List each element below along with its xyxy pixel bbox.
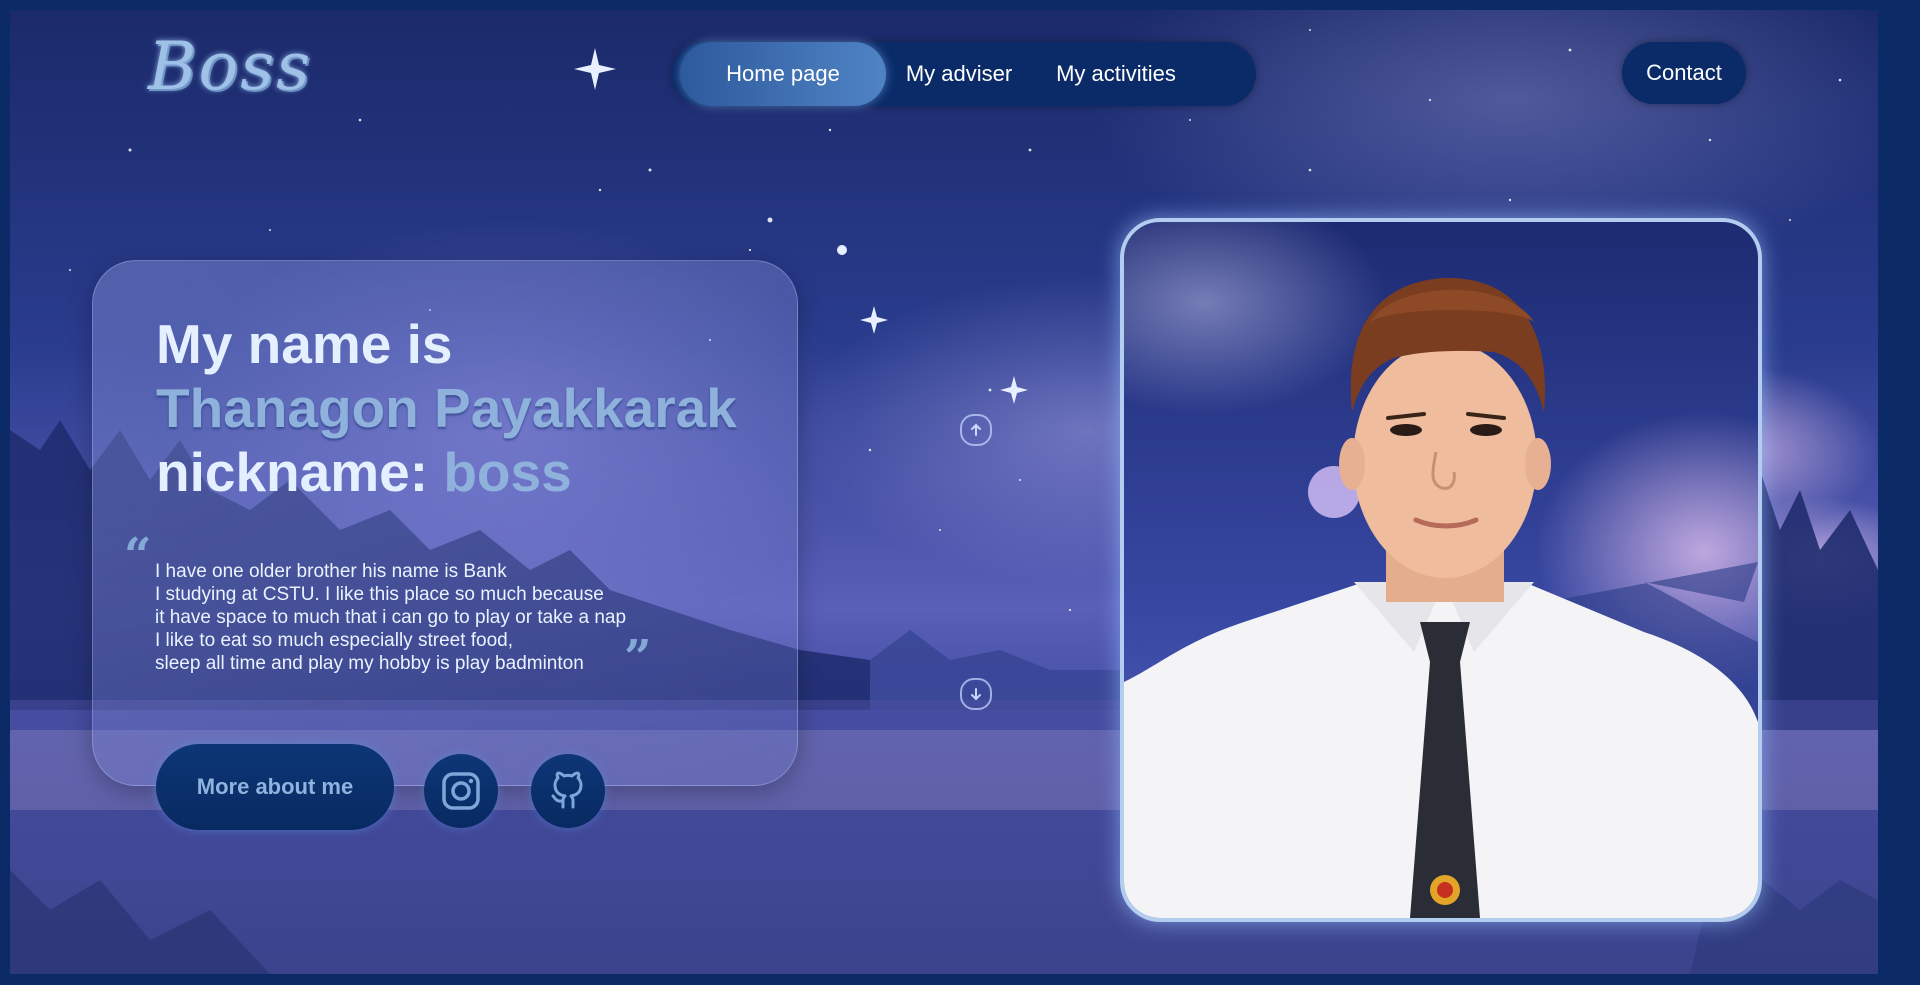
bio-text: I have one older brother his name is Ban… — [155, 560, 626, 675]
arrow-up-icon — [971, 423, 981, 436]
nav-my-adviser[interactable]: My adviser — [894, 42, 1024, 106]
nickname-line: nickname: boss — [156, 440, 572, 504]
instagram-button[interactable] — [424, 754, 498, 828]
contact-button[interactable]: Contact — [1622, 42, 1746, 104]
nav-home-page[interactable]: Home page — [680, 42, 886, 106]
instagram-icon — [442, 772, 480, 810]
arrow-down-icon — [971, 688, 981, 701]
nav-my-activities[interactable]: My activities — [1046, 42, 1186, 106]
bio-line: I have one older brother his name is Ban… — [155, 561, 507, 582]
nickname-value: boss — [443, 441, 572, 503]
more-about-me-button[interactable]: More about me — [156, 744, 394, 830]
profile-photo — [1120, 218, 1762, 922]
intro-heading: My name is — [156, 313, 453, 375]
scroll-up-button[interactable] — [960, 414, 992, 446]
bio-line: I studying at CSTU. I like this place so… — [155, 584, 604, 605]
close-quote-icon: ” — [624, 630, 652, 686]
student-portrait — [1124, 277, 1758, 918]
logo-text[interactable]: Boss — [148, 28, 312, 105]
github-button[interactable] — [531, 754, 605, 828]
full-name: Thanagon Payakkarak — [156, 377, 737, 439]
bio-line: I like to eat so much especially street … — [155, 630, 514, 651]
main-navigation: Home page My adviser My activities — [672, 42, 1256, 106]
bio-line: sleep all time and play my hobby is play… — [155, 653, 584, 674]
open-quote-icon: “ — [124, 528, 152, 584]
scroll-down-button[interactable] — [960, 678, 992, 710]
nickname-label: nickname: — [156, 441, 429, 503]
bio-line: it have space to much that i can go to p… — [155, 607, 627, 628]
github-icon — [551, 771, 583, 809]
